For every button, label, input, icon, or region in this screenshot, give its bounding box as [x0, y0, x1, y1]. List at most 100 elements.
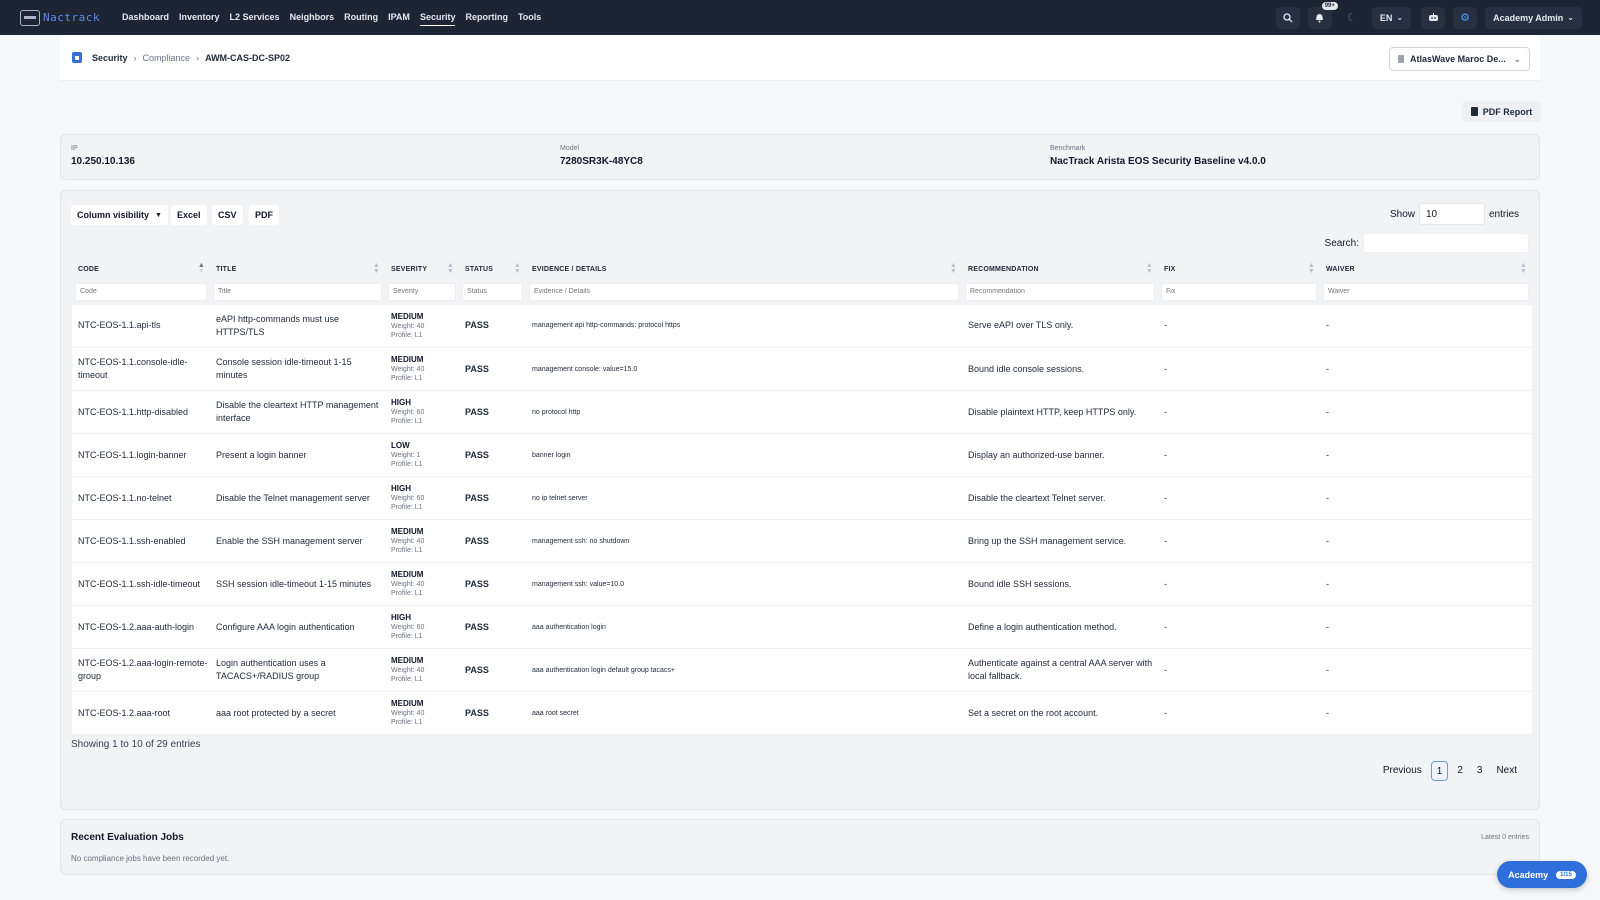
table-row[interactable]: NTC-EOS-1.2.aaa-login-remote-group Login … [72, 648, 1532, 692]
column-header-fix[interactable]: FIX ▲ ▼ [1158, 260, 1320, 278]
page-2-button[interactable]: 2 [1452, 761, 1468, 781]
theme-toggle[interactable]: ☾ [1340, 7, 1364, 29]
compliance-table: CODE ▲ ▼ TITLE ▲ ▼ SEVERITY ▲ ▼ STATUS ▲ ▼ EVIDE… [72, 260, 1532, 735]
search-label: Search: [1324, 237, 1359, 249]
column-header-title[interactable]: TITLE ▲ ▼ [210, 260, 385, 278]
search-input[interactable] [1363, 233, 1529, 253]
tenant-selected-label: AtlasWave Maroc De... [1410, 54, 1506, 64]
filter-fix-input[interactable] [1161, 282, 1317, 301]
top-navbar: Nactrack Dashboard Inventory L2 Services… [0, 0, 1600, 35]
filter-recommendation-input[interactable] [965, 282, 1155, 301]
language-select[interactable]: EN ⌄ [1371, 6, 1412, 29]
user-name: Academy Admin [1493, 12, 1564, 23]
severity-profile: Profile: L1 [391, 676, 423, 683]
cell-title: Disable the cleartext HTTP management in… [216, 400, 379, 423]
cell-severity: MEDIUM Weight: 40 Profile: L1 [385, 563, 459, 606]
page-1-button[interactable]: 1 [1430, 761, 1449, 781]
cell-code: NTC-EOS-1.1.console-idle-timeout [78, 357, 188, 380]
navbar-actions: 99+ ☾ EN ⌄ ⚙ Academy Admin ⌄ [1275, 0, 1600, 35]
benchmark-info: Benchmark NacTrack Arista EOS Security B… [1050, 145, 1266, 167]
show-label: Show [1389, 208, 1415, 220]
severity-profile: Profile: L1 [391, 504, 423, 511]
pdf-export-button[interactable]: PDF [249, 205, 279, 225]
benchmark-value: NacTrack Arista EOS Security Baseline v4… [1050, 156, 1266, 167]
excel-export-button[interactable]: Excel [171, 205, 207, 225]
nav-l2-services[interactable]: L2 Services [230, 0, 280, 35]
cell-code: NTC-EOS-1.1.api-tls [78, 320, 161, 331]
nav-inventory[interactable]: Inventory [179, 0, 220, 35]
column-visibility-button[interactable]: Column visibility ▼ [71, 205, 168, 225]
nav-reporting[interactable]: Reporting [465, 0, 508, 35]
severity-weight: Weight: 40 [391, 322, 425, 330]
nav-ipam[interactable]: IPAM [388, 0, 410, 35]
previous-page-button[interactable]: Previous [1378, 761, 1427, 781]
nav-dashboard[interactable]: Dashboard [122, 0, 169, 35]
chevron-right-icon: › [133, 52, 137, 63]
filter-code-input[interactable] [75, 282, 207, 301]
assistant-button[interactable] [1421, 6, 1446, 29]
column-header-status[interactable]: STATUS ▲ ▼ [459, 260, 526, 278]
table-row[interactable]: NTC-EOS-1.1.console-idle-timeout Console … [72, 347, 1532, 391]
column-header-recommendation[interactable]: RECOMMENDATION ▲ ▼ [962, 260, 1158, 278]
column-header-evidence[interactable]: EVIDENCE / DETAILS ▲ ▼ [526, 260, 962, 278]
severity-weight: Weight: 40 [391, 366, 425, 373]
severity-weight: Weight: 1 [391, 452, 421, 459]
cell-evidence: management console: value=15.0 [532, 365, 638, 373]
notifications-button[interactable]: 99+ [1307, 1, 1338, 29]
pagination: Previous 1 2 3 Next [1374, 761, 1522, 781]
page-length-input[interactable] [1418, 203, 1485, 225]
breadcrumb-security[interactable]: Security [92, 53, 128, 63]
table-row[interactable]: NTC-EOS-1.2.aaa-root aaa root protected b… [72, 691, 1532, 735]
severity-level: MEDIUM [391, 699, 424, 708]
cell-code: NTC-EOS-1.1.ssh-idle-timeout [78, 578, 201, 589]
ip-value: 10.250.10.136 [71, 156, 135, 167]
next-page-button[interactable]: Next [1491, 761, 1522, 781]
nav-neighbors[interactable]: Neighbors [290, 0, 335, 35]
breadcrumb-compliance[interactable]: Compliance [143, 53, 191, 63]
cell-waiver: - [1326, 449, 1329, 460]
cell-fix: - [1164, 363, 1167, 374]
brand-logo[interactable]: Nactrack [20, 9, 104, 26]
cell-waiver: - [1326, 535, 1329, 546]
column-header-severity[interactable]: SEVERITY ▲ ▼ [385, 260, 459, 278]
status-badge: PASS [465, 664, 489, 675]
filter-evidence-input[interactable] [529, 282, 959, 301]
nav-routing[interactable]: Routing [344, 0, 378, 35]
tenant-select[interactable]: AtlasWave Maroc De... ⌄ [1389, 47, 1530, 71]
nav-tools[interactable]: Tools [518, 0, 541, 35]
cell-waiver: - [1326, 621, 1329, 632]
cell-fix: - [1164, 664, 1167, 675]
column-header-code[interactable]: CODE ▲ ▼ [72, 260, 210, 278]
cell-severity: HIGH Weight: 60 Profile: L1 [385, 477, 459, 520]
cell-title: Configure AAA login authentication [216, 621, 355, 632]
severity-profile: Profile: L1 [391, 461, 423, 468]
pdf-report-button[interactable]: PDF Report [1462, 101, 1541, 122]
page-3-button[interactable]: 3 [1472, 761, 1488, 781]
caret-down-icon: ▼ [155, 211, 162, 219]
cell-severity: MEDIUM Weight: 40 Profile: L1 [385, 649, 459, 692]
status-badge: PASS [465, 535, 489, 546]
table-row[interactable]: NTC-EOS-1.2.aaa-auth-login Configure AAA … [72, 605, 1532, 649]
table-row[interactable]: NTC-EOS-1.1.no-telnet Disable the Telnet … [72, 476, 1532, 520]
cell-evidence: aaa authentication login [532, 623, 606, 631]
table-row[interactable]: NTC-EOS-1.1.login-banner Present a login … [72, 433, 1532, 477]
cell-title: eAPI http-commands must use HTTPS/TLS [216, 313, 340, 337]
severity-profile: Profile: L1 [391, 375, 423, 382]
filter-status-input[interactable] [462, 282, 523, 301]
filter-severity-input[interactable] [388, 282, 456, 301]
column-header-waiver[interactable]: WAIVER ▲ ▼ [1320, 260, 1532, 278]
table-row[interactable]: NTC-EOS-1.1.ssh-enabled Enable the SSH ma… [72, 519, 1532, 563]
user-menu[interactable]: Academy Admin ⌄ [1485, 6, 1582, 29]
breadcrumb-current-device: AWM-CAS-DC-SP02 [205, 52, 291, 63]
table-row[interactable]: NTC-EOS-1.1.api-tls eAPI http-commands mu… [72, 304, 1532, 348]
settings-button[interactable]: ⚙ [1453, 6, 1478, 29]
academy-button[interactable]: Academy 1/15 [1497, 861, 1587, 888]
nav-security[interactable]: Security [419, 0, 455, 35]
table-row[interactable]: NTC-EOS-1.1.ssh-idle-timeout SSH session … [72, 562, 1532, 606]
cell-code: NTC-EOS-1.1.http-disabled [78, 406, 189, 417]
filter-waiver-input[interactable] [1323, 282, 1529, 301]
table-row[interactable]: NTC-EOS-1.1.http-disabled Disable the cle… [72, 390, 1532, 434]
filter-title-input[interactable] [213, 282, 382, 301]
search-button[interactable] [1275, 6, 1300, 29]
csv-export-button[interactable]: CSV [212, 205, 243, 225]
